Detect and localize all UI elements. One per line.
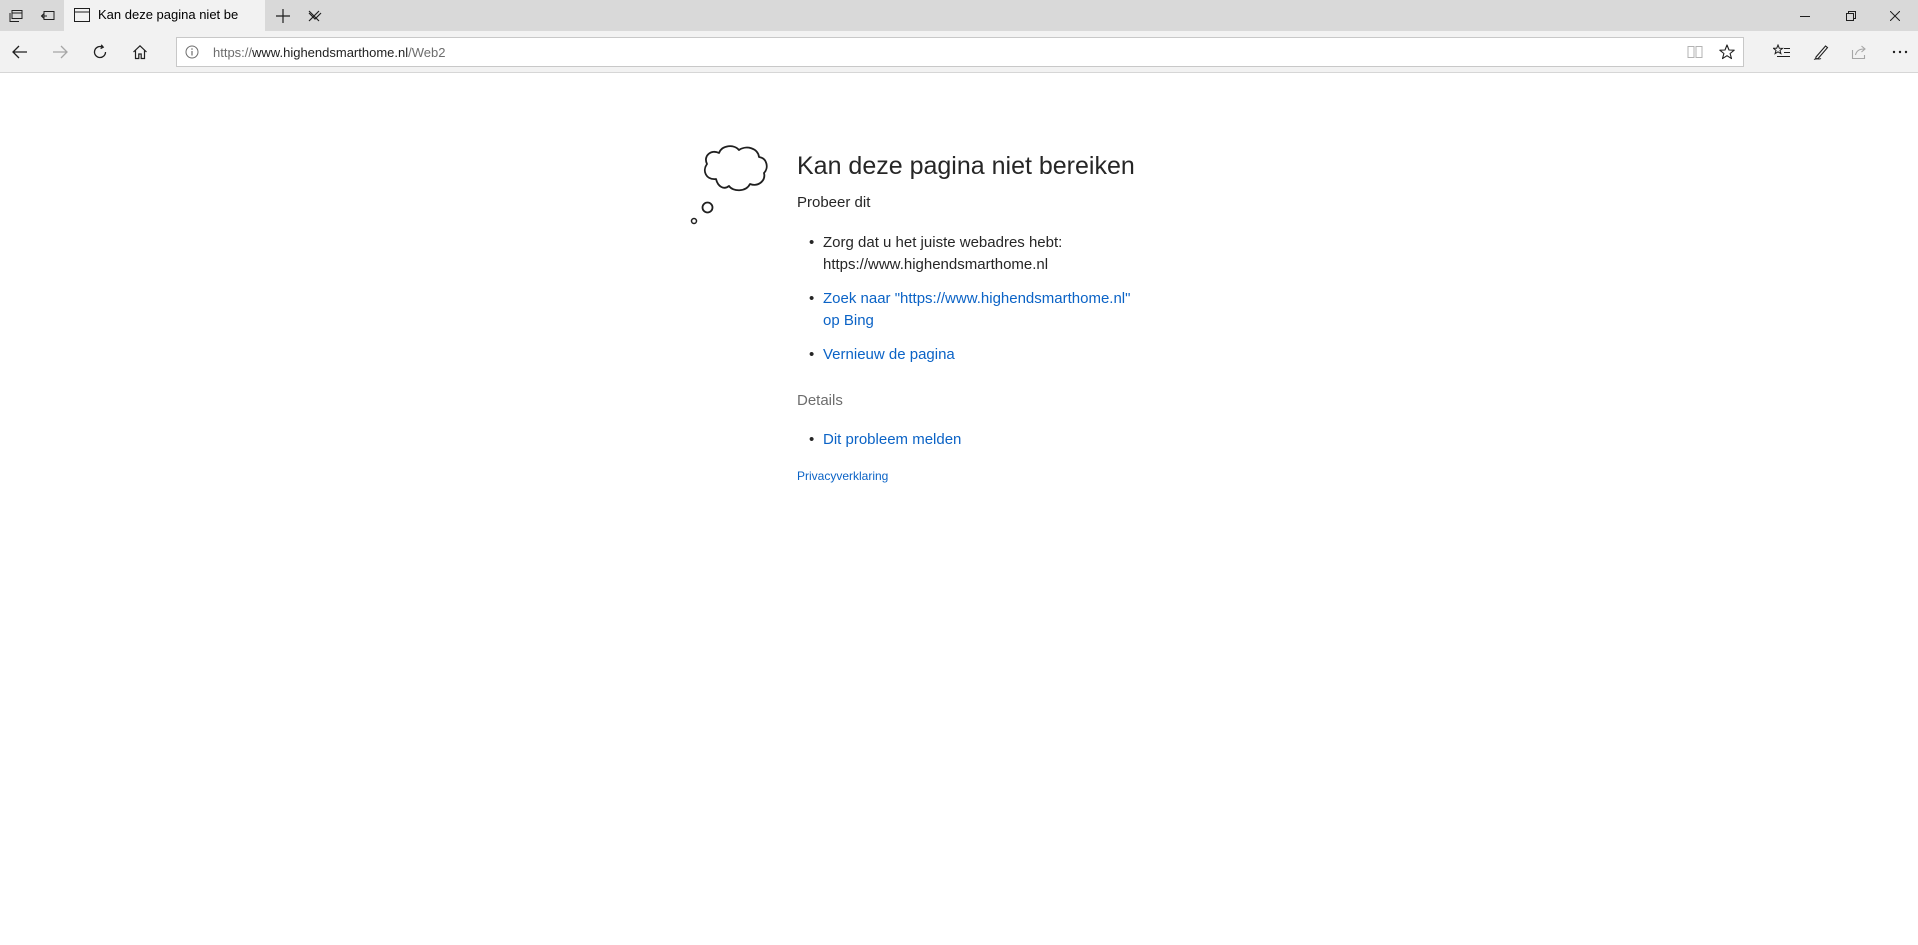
suggestion-check-address: Zorg dat u het juiste webadres hebt: htt… <box>823 234 1063 273</box>
restore-icon <box>1846 10 1856 21</box>
list-item: Vernieuw de pagina <box>797 344 1137 366</box>
refresh-button[interactable] <box>84 36 116 68</box>
tab-manager-icon <box>9 9 23 22</box>
favorites-hub-button[interactable] <box>1766 36 1798 68</box>
error-content: Kan deze pagina niet bereiken Probeer di… <box>797 150 1137 484</box>
tab-manager-button[interactable] <box>0 0 32 31</box>
thought-cloud-icon <box>690 145 768 225</box>
minimize-button[interactable] <box>1782 0 1828 31</box>
new-tab-button[interactable] <box>266 0 300 31</box>
arrow-right-icon <box>53 45 68 59</box>
list-item: Dit probleem melden <box>797 429 1137 451</box>
tab-preview-button[interactable] <box>300 0 330 31</box>
title-bar: Kan deze pagina niet be <box>0 0 1918 31</box>
details-toggle[interactable]: Details <box>797 390 1137 412</box>
arrow-left-icon <box>12 45 27 59</box>
refresh-page-link[interactable]: Vernieuw de pagina <box>823 346 955 363</box>
more-button[interactable] <box>1884 36 1916 68</box>
set-aside-icon <box>40 10 55 20</box>
close-icon <box>1890 10 1900 21</box>
page-title: Kan deze pagina niet bereiken <box>797 152 1135 180</box>
navigation-bar: https://www.highendsmarthome.nl/Web2 <box>0 31 1918 73</box>
set-tabs-aside-button[interactable] <box>32 0 64 31</box>
chevron-down-icon <box>308 12 322 20</box>
web-notes-button[interactable] <box>1806 36 1838 68</box>
try-heading: Probeer dit <box>797 194 871 211</box>
home-icon <box>133 44 147 60</box>
ellipsis-icon <box>1892 50 1908 54</box>
url-scheme: https:// <box>213 45 253 60</box>
book-icon <box>1687 46 1703 58</box>
url-path: /Web2 <box>408 45 446 60</box>
url-host: www.highendsmarthome.nl <box>252 45 409 60</box>
home-button[interactable] <box>124 36 156 68</box>
privacy-link[interactable]: Privacyverklaring <box>797 468 1137 484</box>
url-text[interactable]: https://www.highendsmarthome.nl/Web2 <box>213 45 445 60</box>
search-bing-link[interactable]: Zoek naar "https://www.highendsmarthome.… <box>823 290 1130 329</box>
forward-button[interactable] <box>44 36 76 68</box>
info-icon[interactable] <box>185 45 199 59</box>
window-close-button[interactable] <box>1872 0 1918 31</box>
share-icon <box>1851 45 1866 60</box>
reading-view-button[interactable] <box>1679 38 1711 66</box>
details-list: Dit probleem melden <box>797 429 1137 451</box>
favorites-list-icon <box>1773 44 1790 58</box>
page-icon <box>74 8 90 22</box>
restore-button[interactable] <box>1828 0 1874 31</box>
share-button[interactable] <box>1844 36 1876 68</box>
minimize-icon <box>1800 15 1810 17</box>
add-favorite-button[interactable] <box>1711 38 1743 66</box>
pen-icon <box>1813 45 1829 60</box>
address-bar[interactable]: https://www.highendsmarthome.nl/Web2 <box>176 37 1744 67</box>
refresh-icon <box>93 44 107 59</box>
star-icon <box>1719 44 1735 60</box>
report-problem-link[interactable]: Dit probleem melden <box>823 431 961 448</box>
back-button[interactable] <box>4 36 36 68</box>
suggestions-list: Zorg dat u het juiste webadres hebt: htt… <box>797 232 1137 366</box>
list-item: Zoek naar "https://www.highendsmarthome.… <box>797 288 1137 332</box>
plus-icon <box>276 8 290 23</box>
active-tab[interactable]: Kan deze pagina niet be <box>64 0 320 31</box>
list-item: Zorg dat u het juiste webadres hebt: htt… <box>797 232 1137 276</box>
